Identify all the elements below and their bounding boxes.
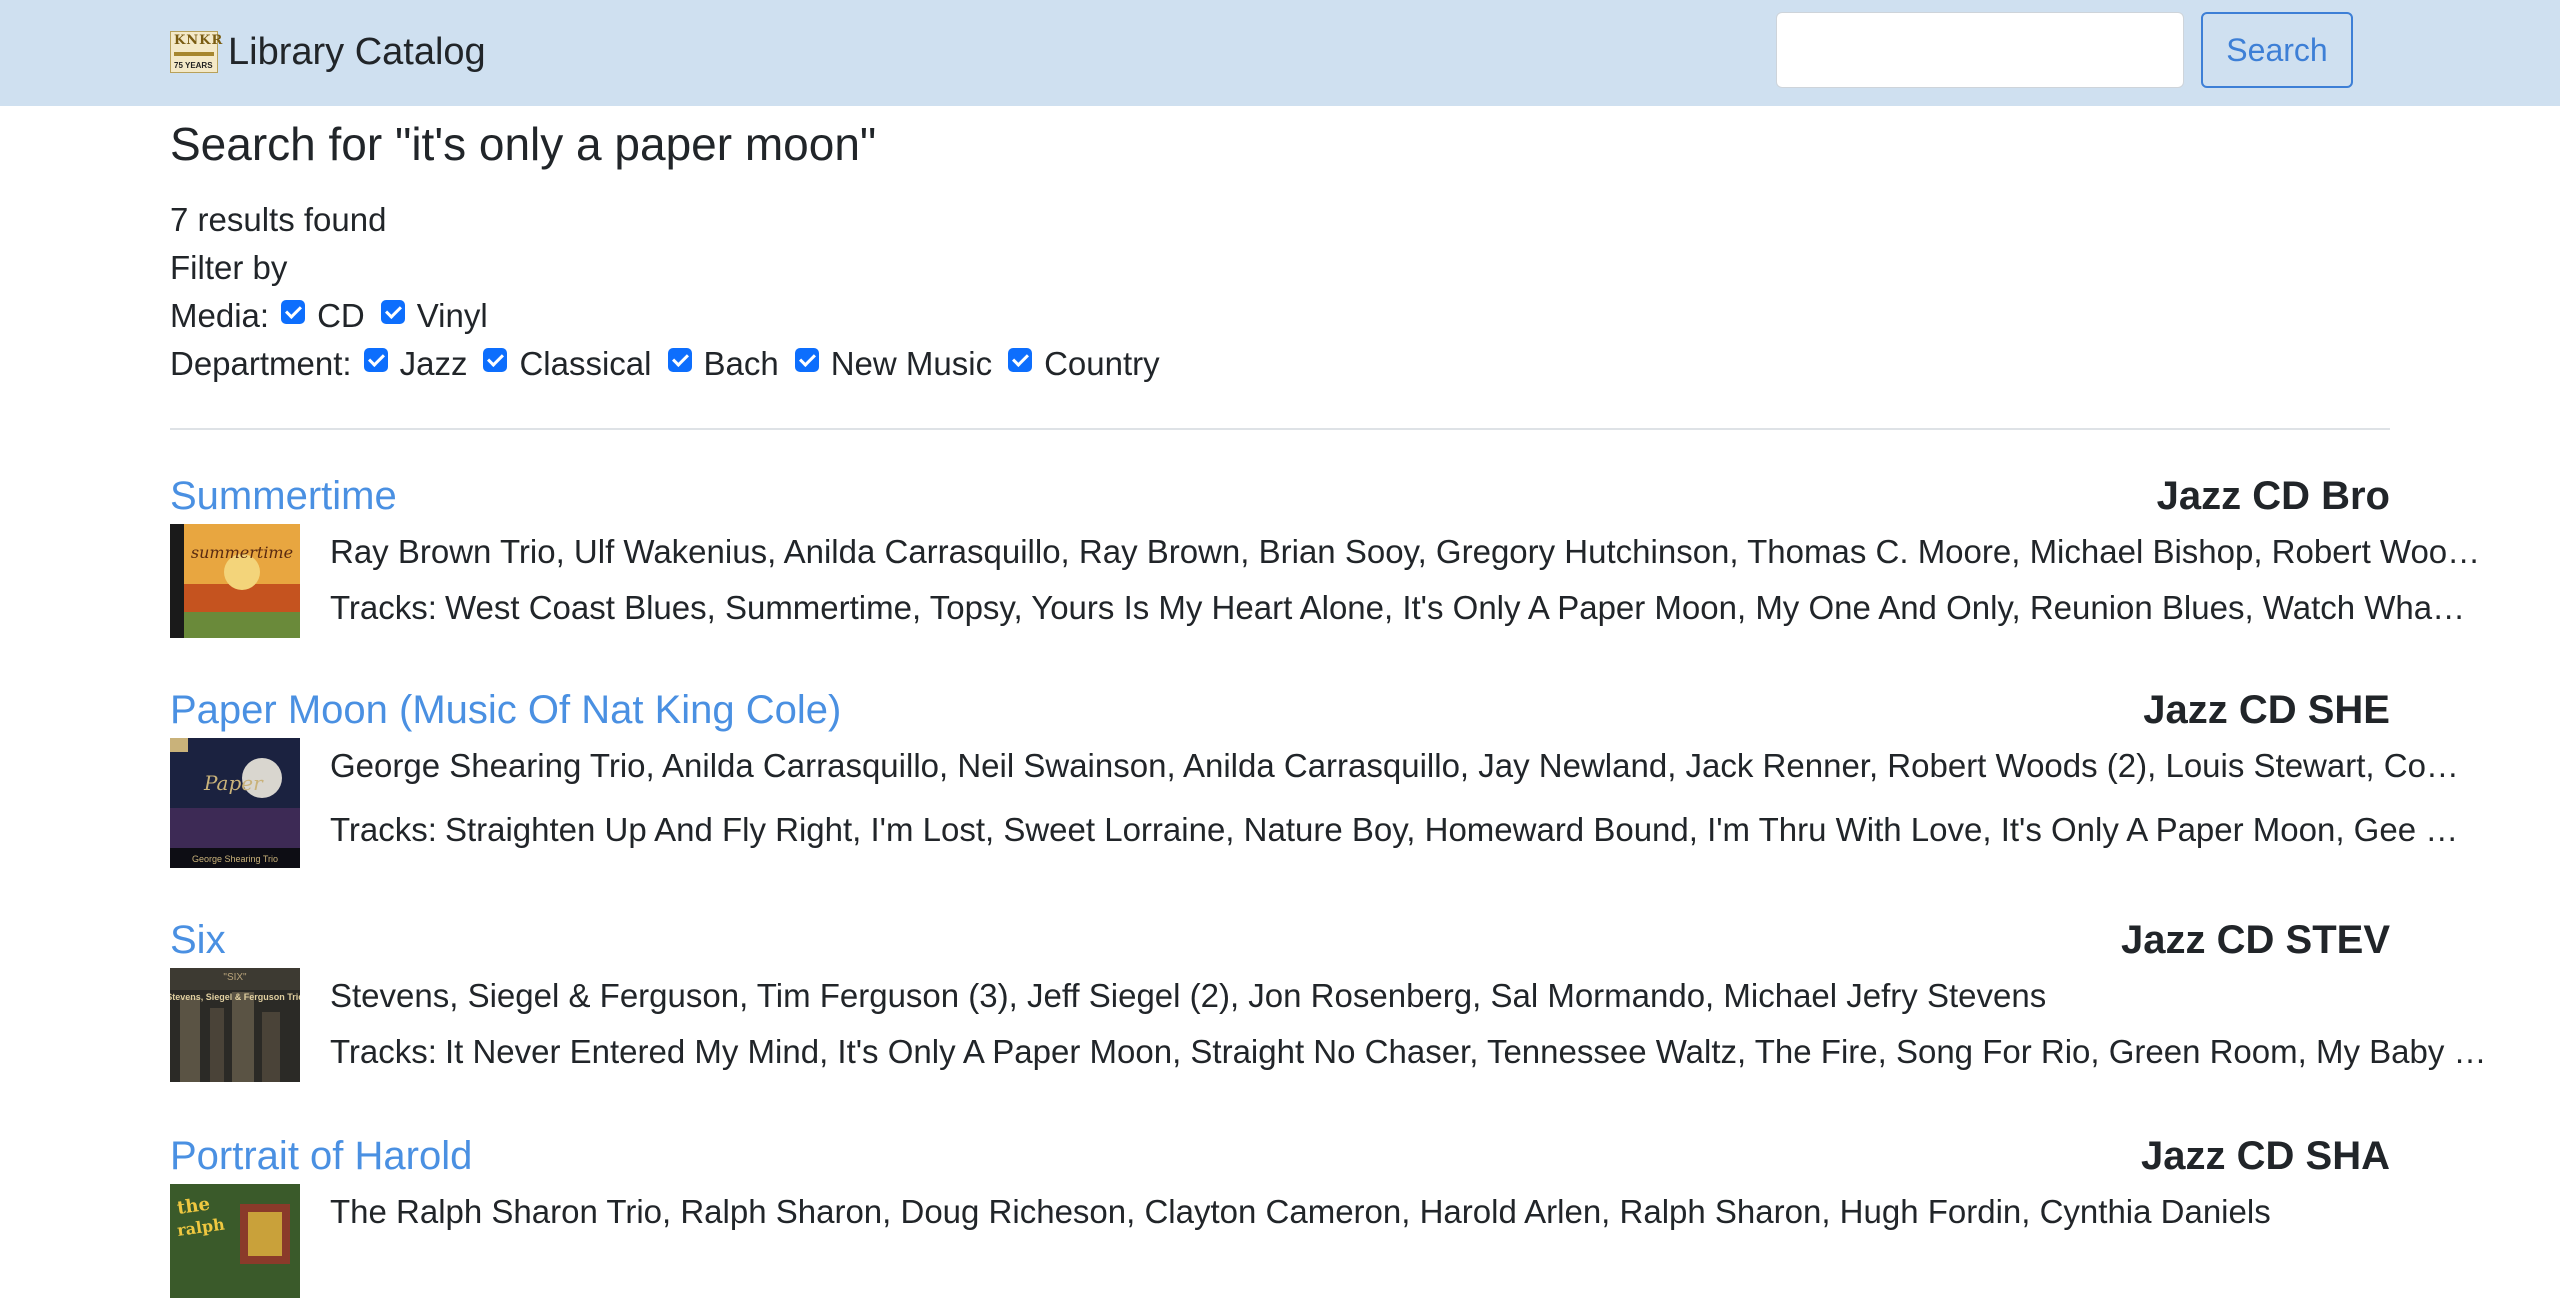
logo-text-bottom: 75 YEARS [174,61,213,70]
result-artists: Ray Brown Trio, Ulf Wakenius, Anilda Car… [330,533,2481,570]
media-vinyl-checkbox[interactable] [380,300,405,324]
search-input[interactable] [1776,12,2184,88]
svg-text:Stevens, Siegel & Ferguson Tri: Stevens, Siegel & Ferguson Trio [170,992,300,1002]
svg-text:summertime: summertime [191,543,293,562]
result-tracks: Tracks: West Coast Blues, Summertime, Top… [330,589,2466,626]
navbar: KNKR 75 YEARS Library Catalog Search [0,0,2560,106]
dept-classical-checkbox[interactable] [483,348,508,372]
filter-label: Filter by [170,249,288,286]
result-title-link[interactable]: Six [170,914,226,966]
dept-country-label: Country [1044,345,1160,382]
call-number: Jazz CD SHE [2143,688,2390,732]
media-cd-checkbox[interactable] [281,300,306,324]
dept-new-music-label: New Music [830,345,993,382]
brand-title: Library Catalog [228,31,486,73]
department-label: Department: [170,345,352,382]
media-label: Media: [170,297,270,334]
call-number: Jazz CD Bro [2156,474,2390,518]
logo-text-top: KNKR [174,33,224,48]
results-count: 7 results found [170,201,387,238]
dept-bach-label: Bach [703,345,779,382]
result-title-link[interactable]: Paper Moon (Music Of Nat King Cole) [170,684,841,736]
result-artists: The Ralph Sharon Trio, Ralph Sharon, Dou… [330,1193,2271,1230]
media-cd-label: CD [317,297,365,334]
result-title-link[interactable]: Summertime [170,470,397,522]
svg-text:"SIX": "SIX" [223,972,247,983]
result-tracks: Tracks: It Never Entered My Mind, It's On… [330,1033,2487,1070]
search-button[interactable]: Search [2201,12,2353,88]
album-cover[interactable]: Paper George Shearing Trio [170,738,300,868]
dept-jazz-label: Jazz [399,345,468,382]
result-artists: George Shearing Trio, Anilda Carrasquill… [330,747,2459,784]
divider [170,428,2390,430]
album-cover[interactable]: the ralph [170,1184,300,1298]
dept-country-checkbox[interactable] [1008,348,1033,372]
brand-link[interactable]: KNKR 75 YEARS Library Catalog [170,24,486,80]
call-number: Jazz CD SHA [2141,1134,2390,1178]
svg-text:Paper: Paper [203,771,264,795]
dept-new-music-checkbox[interactable] [794,348,819,372]
department-filter: Department: Jazz Classical Bach New Musi… [170,342,1172,386]
media-filter: Media: CD Vinyl [170,294,500,338]
dept-bach-checkbox[interactable] [667,348,692,372]
svg-text:George Shearing Trio: George Shearing Trio [192,854,278,864]
page-title: Search for "it's only a paper moon" [170,118,877,170]
call-number: Jazz CD STEV [2121,918,2390,962]
station-logo: KNKR 75 YEARS [170,31,224,73]
album-cover[interactable]: "SIX" Stevens, Siegel & Ferguson Trio [170,968,300,1082]
dept-classical-label: Classical [519,345,652,382]
album-cover[interactable]: summertime [170,524,300,638]
media-vinyl-label: Vinyl [416,297,488,334]
result-title-link[interactable]: Portrait of Harold [170,1130,472,1182]
result-artists: Stevens, Siegel & Ferguson, Tim Ferguson… [330,977,2047,1014]
result-tracks: Tracks: Straighten Up And Fly Right, I'm … [330,811,2459,848]
dept-jazz-checkbox[interactable] [363,348,388,372]
